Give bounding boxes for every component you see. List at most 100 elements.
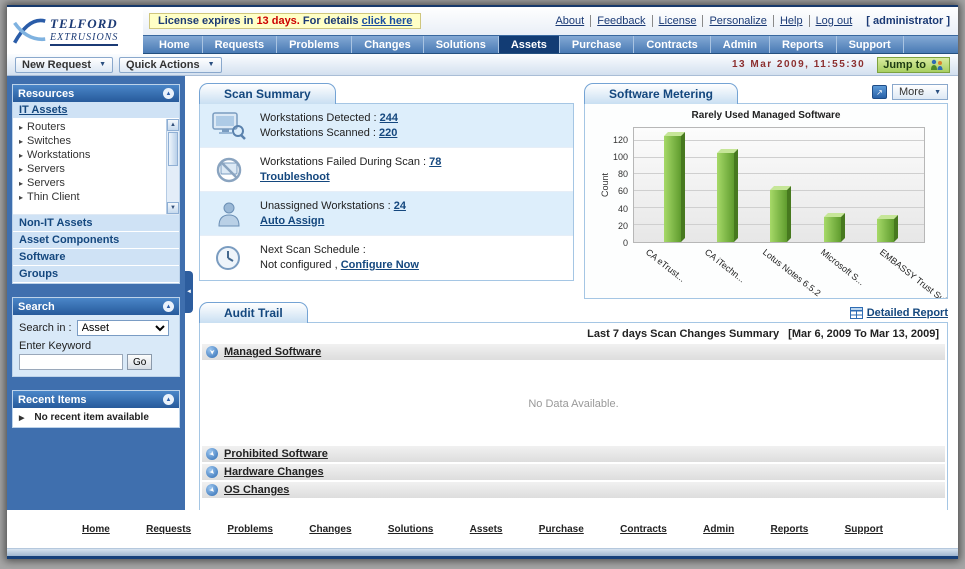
sidebar-item-it-assets[interactable]: IT Assets <box>13 102 179 119</box>
tree-scrollbar[interactable]: ▲ ▼ <box>166 119 179 214</box>
panel-collapse-icon[interactable]: ▲ <box>163 394 174 405</box>
tree-caret-icon[interactable]: ▸ <box>19 137 23 146</box>
sidebar-item-groups[interactable]: Groups <box>13 266 179 283</box>
section-hardware-changes[interactable]: ➤ Hardware Changes <box>202 464 945 480</box>
schedule-label: Next Scan Schedule : <box>260 244 366 256</box>
tab-admin[interactable]: Admin <box>711 36 770 53</box>
tab-support[interactable]: Support <box>837 36 904 53</box>
sidebar-item-non-it-assets[interactable]: Non-IT Assets <box>13 215 179 232</box>
recent-items-header: Recent Items ▲ <box>13 391 179 408</box>
footer-link-reports[interactable]: Reports <box>771 524 809 535</box>
section-expand-icon[interactable]: ➤ <box>206 484 218 496</box>
header-links: About Feedback License Personalize Help … <box>549 15 950 27</box>
tab-reports[interactable]: Reports <box>770 36 837 53</box>
section-prohibited-software[interactable]: ➤ Prohibited Software <box>202 446 945 462</box>
sidebar-item-asset-components[interactable]: Asset Components <box>13 232 179 249</box>
more-dropdown-button[interactable]: More ▼ <box>892 84 948 100</box>
tree-caret-icon[interactable]: ▸ <box>19 165 23 174</box>
tree-item-label: Workstations <box>27 149 91 161</box>
tab-assets[interactable]: Assets <box>498 36 560 53</box>
tree-caret-icon[interactable]: ▸ <box>19 179 23 188</box>
link-license[interactable]: License <box>651 15 703 27</box>
top-header: TELFORD EXTRUSIONS License expires in 13… <box>7 7 958 54</box>
auto-assign-link[interactable]: Auto Assign <box>260 215 324 227</box>
section-os-changes[interactable]: ➤ OS Changes <box>202 482 945 498</box>
chevron-down-icon: ▼ <box>934 88 941 96</box>
keyword-input[interactable] <box>19 354 123 370</box>
link-about[interactable]: About <box>549 15 590 27</box>
unassigned-count[interactable]: 24 <box>394 200 406 212</box>
workstations-detected-count[interactable]: 244 <box>380 112 398 124</box>
footer-link-assets[interactable]: Assets <box>470 524 503 535</box>
link-help[interactable]: Help <box>772 15 809 27</box>
scroll-up-icon[interactable]: ▲ <box>167 119 179 131</box>
scan-failed-icon <box>208 154 250 186</box>
scrollbar-track[interactable] <box>167 131 179 202</box>
tab-solutions[interactable]: Solutions <box>424 36 499 53</box>
footer-link-admin[interactable]: Admin <box>703 524 734 535</box>
link-personalize[interactable]: Personalize <box>702 15 772 27</box>
scan-failed-count[interactable]: 78 <box>429 156 441 168</box>
y-tick-label: 120 <box>612 134 628 145</box>
section-expand-icon[interactable]: ➤ <box>206 466 218 478</box>
tab-problems[interactable]: Problems <box>277 36 353 53</box>
footer-link-contracts[interactable]: Contracts <box>620 524 667 535</box>
tab-requests[interactable]: Requests <box>203 36 278 53</box>
tree-caret-icon[interactable]: ▸ <box>19 151 23 160</box>
panel-collapse-icon[interactable]: ▲ <box>163 88 174 99</box>
footer-link-problems[interactable]: Problems <box>227 524 273 535</box>
footer-link-home[interactable]: Home <box>82 524 110 535</box>
tree-caret-icon[interactable]: ▸ <box>19 123 23 132</box>
troubleshoot-link[interactable]: Troubleshoot <box>260 171 330 183</box>
detailed-report-link[interactable]: Detailed Report <box>849 307 948 322</box>
footer-link-solutions[interactable]: Solutions <box>388 524 434 535</box>
panel-collapse-icon[interactable]: ▲ <box>163 301 174 312</box>
section-label: Managed Software <box>224 346 322 358</box>
tree-item-switches[interactable]: ▸ Switches <box>13 134 166 148</box>
category-label: Microsoft S... <box>819 247 867 288</box>
main-navigation: Home Requests Problems Changes Solutions… <box>7 35 958 54</box>
jump-to-button[interactable]: Jump to <box>877 56 950 73</box>
footer-link-changes[interactable]: Changes <box>309 524 351 535</box>
search-in-select[interactable]: Asset <box>76 320 169 336</box>
scan-row-detected: Workstations Detected : 244 Workstations… <box>200 104 573 148</box>
schedule-status: Not configured , <box>260 259 338 271</box>
unassigned-label: Unassigned Workstations : <box>260 199 391 212</box>
section-managed-software[interactable]: ➤ Managed Software <box>202 344 945 360</box>
tree-item-servers-1[interactable]: ▸ Servers <box>13 162 166 176</box>
section-expand-icon[interactable]: ➤ <box>206 448 218 460</box>
export-graph-icon[interactable]: ↗ <box>872 85 887 99</box>
scan-failed-label: Workstations Failed During Scan : <box>260 155 427 168</box>
scan-row-failed: Workstations Failed During Scan : 78 Tro… <box>200 148 573 192</box>
license-details-link[interactable]: click here <box>362 15 413 27</box>
logo-text: TELFORD EXTRUSIONS <box>50 16 119 46</box>
footer-link-support[interactable]: Support <box>845 524 883 535</box>
sidebar-item-software[interactable]: Software <box>13 249 179 266</box>
search-go-button[interactable]: Go <box>127 354 153 370</box>
tree-caret-icon[interactable]: ▸ <box>19 193 23 202</box>
scan-row-schedule: Next Scan Schedule : Not configured , Co… <box>200 236 573 280</box>
software-metering-widget: Software Metering ↗ More ▼ Rarely Used M… <box>584 82 948 299</box>
sidebar-collapse-handle[interactable]: ◄ <box>185 271 193 313</box>
footer-link-purchase[interactable]: Purchase <box>539 524 584 535</box>
quick-actions-button[interactable]: Quick Actions ▼ <box>119 56 222 73</box>
scrollbar-thumb[interactable] <box>168 132 178 166</box>
workstations-scanned-count[interactable]: 220 <box>379 127 397 139</box>
scroll-down-icon[interactable]: ▼ <box>167 202 179 214</box>
tree-item-thin-client[interactable]: ▸ Thin Client <box>13 190 166 204</box>
new-request-button[interactable]: New Request ▼ <box>15 56 114 73</box>
configure-now-link[interactable]: Configure Now <box>341 259 419 271</box>
footer-link-requests[interactable]: Requests <box>146 524 191 535</box>
tree-item-routers[interactable]: ▸ Routers <box>13 120 166 134</box>
tab-contracts[interactable]: Contracts <box>634 36 711 53</box>
tree-item-servers-2[interactable]: ▸ Servers <box>13 176 166 190</box>
link-feedback[interactable]: Feedback <box>590 15 651 27</box>
tree-item-workstations[interactable]: ▸ Workstations <box>13 148 166 162</box>
link-logout[interactable]: Log out <box>808 15 859 27</box>
tab-purchase[interactable]: Purchase <box>560 36 635 53</box>
resources-panel-header: Resources ▲ <box>13 85 179 102</box>
section-expand-icon[interactable]: ➤ <box>206 346 218 358</box>
tab-home[interactable]: Home <box>147 36 203 53</box>
jump-to-icon <box>931 59 943 70</box>
tab-changes[interactable]: Changes <box>352 36 424 53</box>
